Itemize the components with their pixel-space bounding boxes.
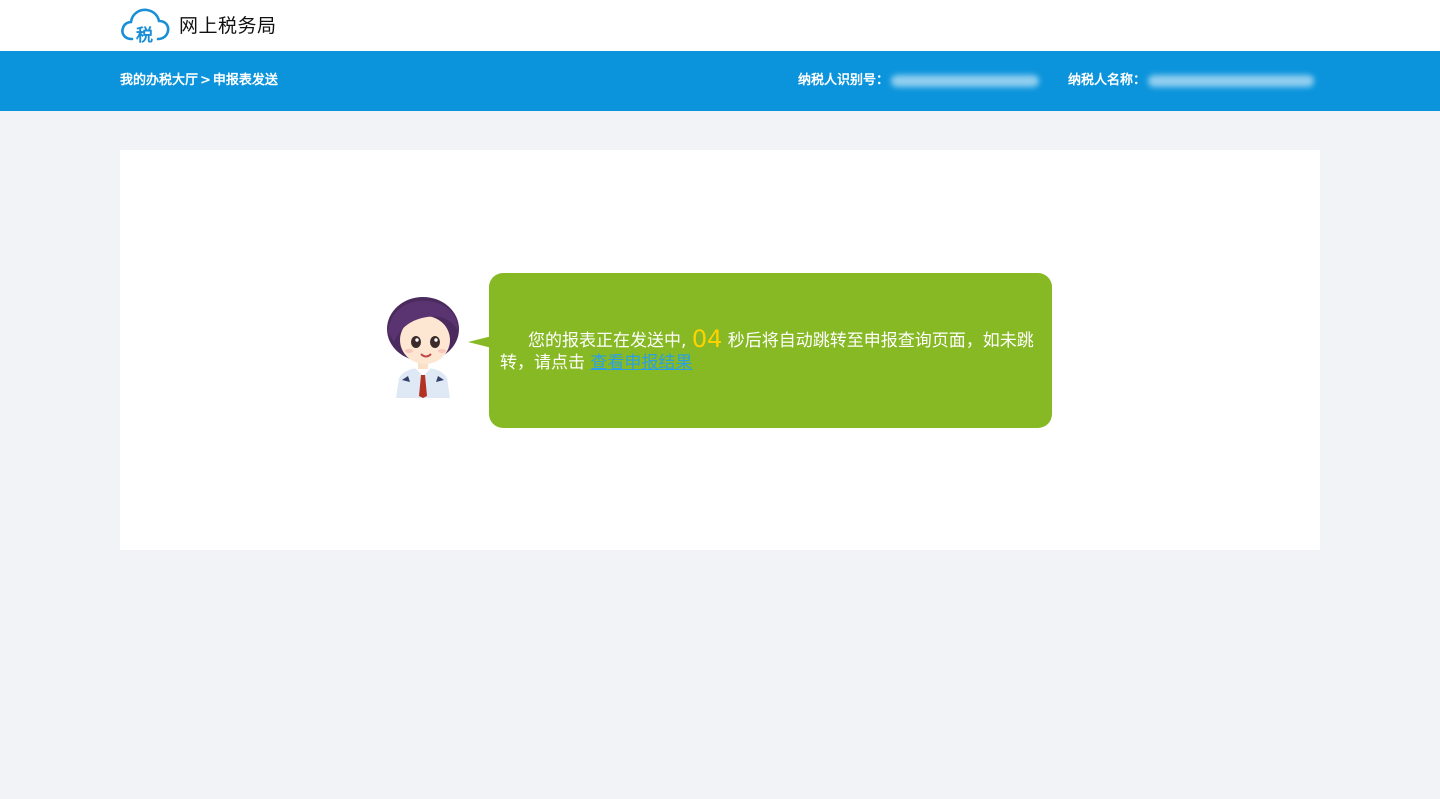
message-text-before: 您的报表正在发送中, — [528, 331, 692, 351]
breadcrumb-current: 申报表发送 — [212, 73, 278, 88]
site-title: 网上税务局 — [179, 15, 277, 37]
breadcrumb-separator: > — [200, 73, 211, 88]
breadcrumb-home-link[interactable]: 我的办税大厅 — [120, 73, 198, 88]
nav-bar: 我的办税大厅 > 申报表发送 纳税人识别号： 纳税人名称： — [0, 51, 1440, 111]
breadcrumb: 我的办税大厅 > 申报表发送 — [120, 72, 278, 90]
tax-officer-mascot-icon — [387, 297, 459, 398]
logo-character: 税 — [136, 25, 153, 44]
taxpayer-id-info: 纳税人识别号： — [798, 72, 1040, 90]
status-message: 您的报表正在发送中, 04 秒后将自动跳转至申报查询页面，如未跳转，请点击 查看… — [500, 325, 1040, 374]
taxpayer-id-label: 纳税人识别号： — [798, 73, 890, 88]
taxpayer-name-label: 纳税人名称： — [1068, 73, 1147, 88]
speech-bubble: 您的报表正在发送中, 04 秒后将自动跳转至申报查询页面，如未跳转，请点击 查看… — [489, 273, 1052, 428]
cloud-tax-logo-icon: 税 — [121, 8, 170, 44]
status-card: 您的报表正在发送中, 04 秒后将自动跳转至申报查询页面，如未跳转，请点击 查看… — [120, 150, 1320, 550]
top-header: 税 网上税务局 — [0, 0, 1440, 51]
taxpayer-name-value-redacted — [1148, 74, 1315, 87]
taxpayer-name-info: 纳税人名称： — [1068, 72, 1315, 90]
taxpayer-id-value-redacted — [891, 74, 1040, 87]
countdown-seconds: 04 — [691, 325, 723, 353]
view-result-link[interactable]: 查看申报结果 — [590, 353, 692, 373]
